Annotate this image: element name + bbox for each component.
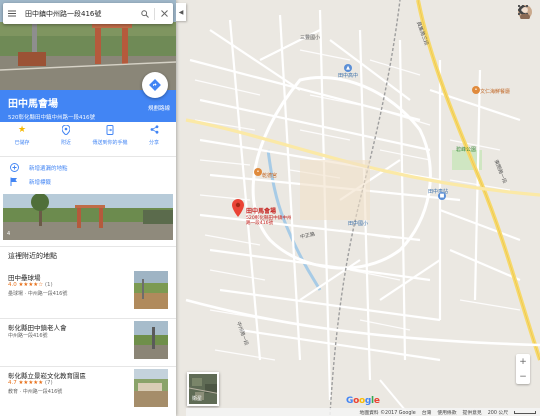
close-icon[interactable] (155, 3, 173, 24)
list-item[interactable]: 彰化縣立景崧文化教育園區 4.7 ★★★★★ (7) 教育 · 中州路一段416… (0, 366, 176, 416)
region-link[interactable]: 台灣 (422, 409, 432, 416)
add-missing-place-link[interactable]: 新增遺漏的地點 (0, 162, 176, 174)
send-to-phone-button[interactable]: 傳送到你的手機 (88, 124, 132, 150)
map-copyright: 地圖資料 ©2017 Google (359, 410, 416, 416)
search-icon[interactable] (136, 3, 154, 24)
pin-label: 田中馬會場 520彰化縣田中鎮中州 路一段416號 (246, 208, 292, 227)
scale-label[interactable]: 200 公尺 (488, 409, 508, 416)
rating-stars: ★★★★☆ (18, 282, 44, 288)
photo-count: 4 (7, 231, 11, 237)
nearby-thumbnail (134, 321, 168, 359)
nearby-heading: 這裡附近的地點 (8, 252, 57, 260)
location-pin-icon[interactable] (232, 199, 244, 217)
zoom-control: + − (516, 354, 530, 384)
directions-button[interactable] (142, 72, 168, 98)
map-label-bao-temple[interactable]: 乾德宮 (262, 172, 277, 179)
restaurant-icon[interactable]: • (472, 86, 480, 94)
share-label: 分享 (148, 140, 159, 146)
search-input[interactable]: 田中鎮中州路一段416號 (21, 9, 136, 19)
place-photo[interactable]: 4 (3, 194, 173, 240)
flag-icon (10, 177, 22, 188)
divider (0, 156, 176, 157)
send-to-phone-icon (106, 124, 114, 135)
nearby-button[interactable]: 附近 (44, 124, 88, 150)
nearby-label: 附近 (60, 140, 71, 146)
temple-icon[interactable]: • (254, 168, 262, 176)
place-title: 田中馬會場 (8, 99, 58, 110)
add-label-link[interactable]: 新增標籤 (0, 176, 176, 188)
pin-label-title: 田中馬會場 (246, 208, 277, 215)
place-panel: 田中鎮中州路一段416號 田中馬會場 520彰化縣田中鎮中州路一段416號 規劃… (0, 0, 176, 416)
nearby-subtitle: 中州路一段416號 (8, 333, 48, 339)
satellite-label: 衛星 (192, 396, 203, 402)
nearby-rating: 4.7 ★★★★★ (7) (8, 380, 53, 386)
map-footer: 地圖資料 ©2017 Google 台灣 使用條款 提供意見 200 公尺 (186, 408, 540, 416)
satellite-toggle[interactable]: 衛星 (187, 372, 219, 406)
avatar[interactable] (518, 5, 532, 19)
map-label-bifeng-park[interactable]: 碧峰公園 (456, 146, 476, 153)
collapse-panel-button[interactable]: ◀ (176, 3, 186, 21)
nearby-thumbnail (134, 271, 168, 309)
nearby-icon (62, 124, 70, 135)
nearby-name: 彰化縣立景崧文化教育園區 (8, 372, 86, 380)
menu-icon[interactable] (3, 3, 21, 24)
map-label-wenren[interactable]: 文仁海鮮餐廳 (480, 88, 510, 95)
map-label-tianzhong-high[interactable]: 田中高中 (338, 72, 358, 79)
nearby-name: 彰化縣田中鎮老人會 (8, 324, 67, 332)
scale-bar (514, 410, 536, 414)
search-box[interactable]: 田中鎮中州路一段416號 (3, 3, 173, 24)
add-missing-place-label: 新增遺漏的地點 (29, 166, 68, 172)
directions-icon (149, 79, 161, 91)
place-actions: ★ 已儲存 附近 傳送到你的手機 分享 (0, 124, 176, 150)
add-label-label: 新增標籤 (29, 180, 52, 186)
school-icon[interactable]: ▲ (344, 64, 352, 72)
nearby-subtitle: 壘球場 · 中州路一段416號 (8, 291, 68, 297)
terms-link[interactable]: 使用條款 (437, 409, 456, 416)
list-item[interactable]: 田中壘球場 4.0 ★★★★☆ (1) 壘球場 · 中州路一段416號 (0, 268, 176, 318)
star-icon: ★ (17, 124, 27, 135)
map-label-sanmin[interactable]: 三豐國小 (300, 34, 320, 41)
google-logo: Google (346, 396, 380, 406)
train-station-icon[interactable]: ■ (438, 192, 446, 200)
list-item[interactable]: 彰化縣田中鎮老人會 中州路一段416號 (0, 318, 176, 368)
share-button[interactable]: 分享 (132, 124, 176, 150)
map-label-tianzhong-elem[interactable]: 田中國小 (348, 220, 368, 227)
account-bar (518, 5, 532, 19)
add-place-icon (10, 162, 22, 174)
zoom-out-button[interactable]: − (516, 369, 530, 384)
save-button[interactable]: ★ 已儲存 (0, 124, 44, 150)
zoom-in-button[interactable]: + (516, 354, 530, 369)
feedback-link[interactable]: 提供意見 (463, 409, 482, 416)
send-to-phone-label: 傳送到你的手機 (92, 140, 128, 146)
nearby-rating: 4.0 ★★★★☆ (1) (8, 282, 53, 288)
directions-label[interactable]: 規劃路線 (148, 104, 170, 112)
divider (0, 246, 176, 247)
nearby-subtitle: 教育 · 中州路一段416號 (8, 389, 63, 395)
pin-label-addr2: 路一段416號 (246, 221, 274, 227)
nearby-thumbnail (134, 369, 168, 407)
place-address: 520彰化縣田中鎮中州路一段416號 (8, 115, 95, 121)
rating-stars: ★★★★★ (18, 380, 44, 386)
nearby-name: 田中壘球場 (8, 274, 41, 282)
share-icon (150, 124, 159, 135)
save-label: 已儲存 (14, 140, 30, 146)
